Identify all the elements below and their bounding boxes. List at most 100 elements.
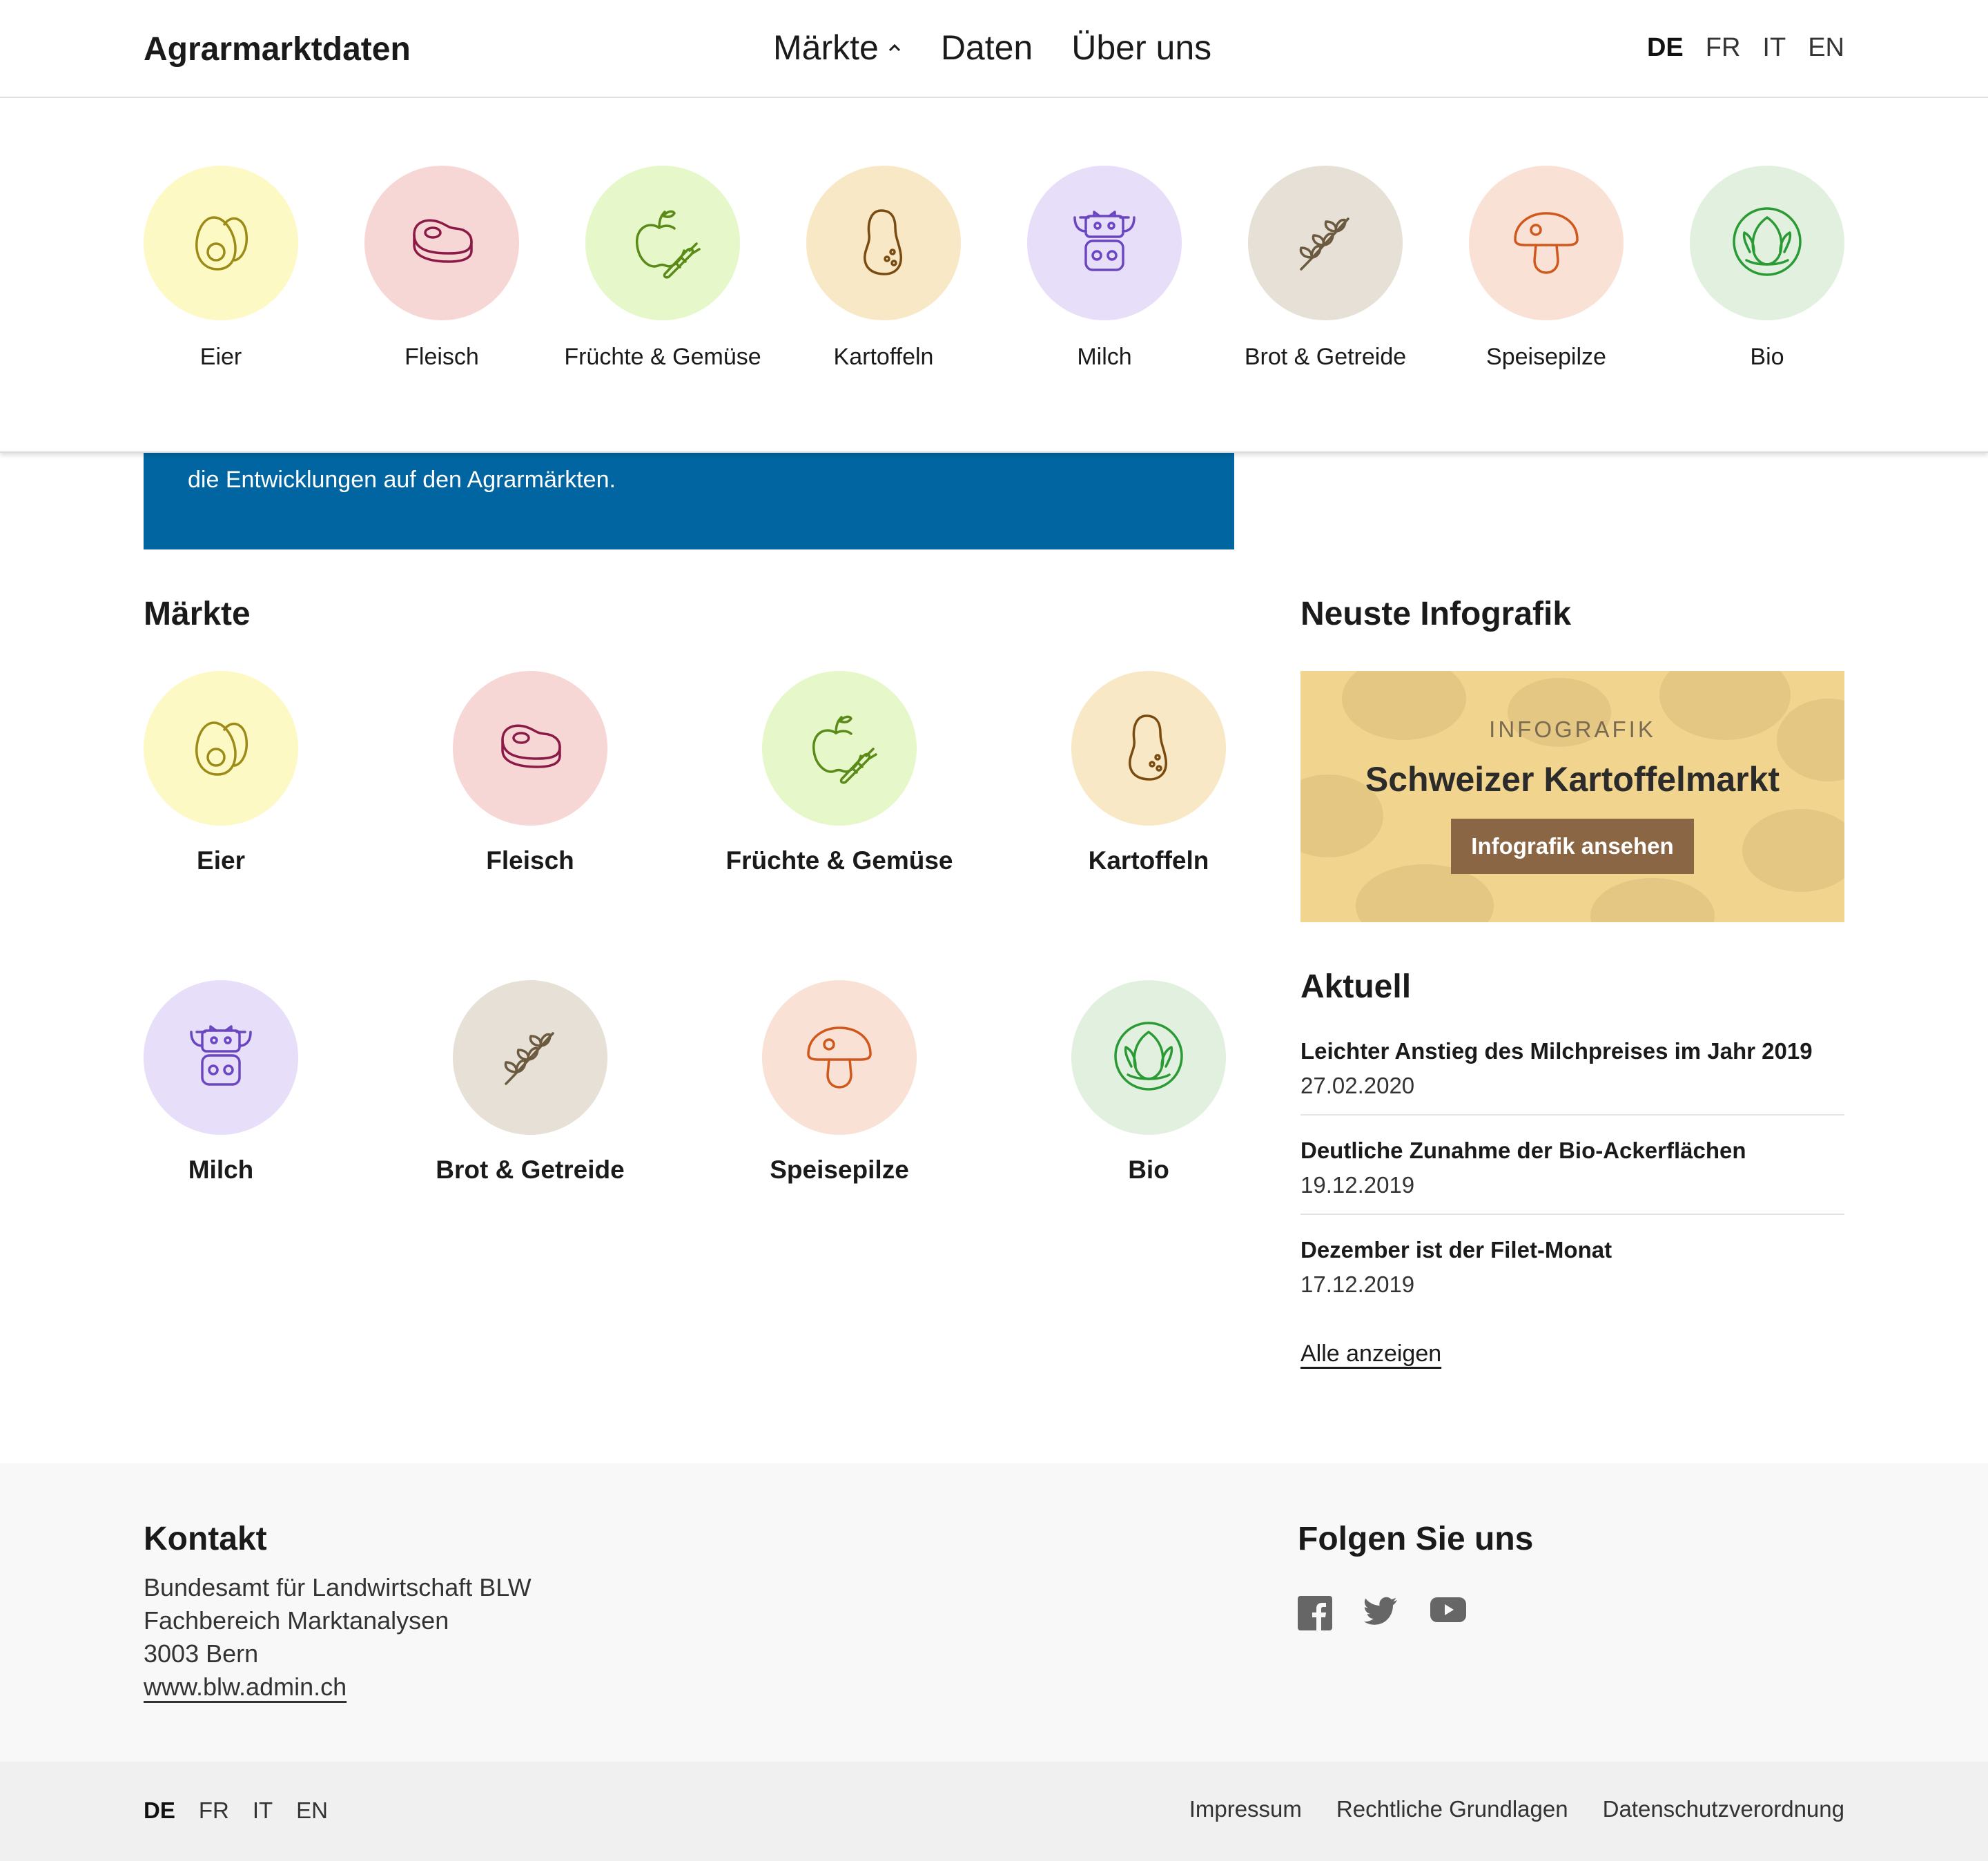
grain-icon bbox=[485, 1011, 575, 1104]
market-icon-circle bbox=[144, 671, 298, 826]
cow-icon bbox=[176, 1011, 266, 1104]
main-nav: Märkte Daten Über uns bbox=[773, 28, 1211, 68]
footer-lang-it[interactable]: IT bbox=[253, 1797, 273, 1824]
blw-website-link[interactable]: www.blw.admin.ch bbox=[144, 1670, 532, 1704]
dropdown-market-item[interactable]: Kartoffeln bbox=[773, 166, 994, 371]
news-item[interactable]: Deutliche Zunahme der Bio-Ackerflächen 1… bbox=[1300, 1138, 1844, 1215]
market-label: Milch bbox=[1077, 344, 1132, 370]
facebook-icon[interactable] bbox=[1298, 1596, 1332, 1630]
contact-line: 3003 Bern bbox=[144, 1639, 259, 1668]
lang-de[interactable]: DE bbox=[1647, 33, 1684, 63]
legal-links: Impressum Rechtliche Grundlagen Datensch… bbox=[1189, 1796, 1844, 1822]
social-links bbox=[1298, 1596, 1466, 1630]
egg-icon bbox=[176, 197, 266, 290]
fruit-vegetable-icon bbox=[795, 702, 884, 795]
market-card[interactable]: Eier bbox=[83, 671, 359, 875]
show-all-news-link[interactable]: Alle anzeigen bbox=[1300, 1341, 1441, 1367]
impressum-link[interactable]: Impressum bbox=[1189, 1796, 1302, 1822]
markets-dropdown: Eier Fleisch Früchte & Gemüse Kartoffeln Mil… bbox=[0, 98, 1988, 453]
market-card[interactable]: Bio bbox=[1011, 980, 1287, 1185]
market-label: Fleisch bbox=[405, 344, 479, 370]
lang-en[interactable]: EN bbox=[1808, 33, 1844, 63]
contact-heading: Kontakt bbox=[144, 1521, 267, 1557]
market-card[interactable]: Brot & Getreide bbox=[392, 980, 668, 1185]
dropdown-market-item[interactable]: Milch bbox=[994, 166, 1215, 371]
dropdown-market-item[interactable]: Speisepilze bbox=[1436, 166, 1657, 371]
market-label: Früchte & Gemüse bbox=[564, 344, 761, 370]
news-title: Leichter Anstieg des Milchpreises im Jah… bbox=[1300, 1038, 1813, 1064]
mushroom-icon bbox=[1501, 197, 1591, 290]
market-label: Brot & Getreide bbox=[1244, 344, 1407, 370]
market-icon-circle bbox=[762, 980, 917, 1135]
market-icon-circle bbox=[1690, 166, 1844, 320]
meat-icon bbox=[485, 702, 575, 795]
nav-item-maerkte[interactable]: Märkte bbox=[773, 28, 902, 68]
footer-lang-de[interactable]: DE bbox=[144, 1797, 175, 1824]
lang-it[interactable]: IT bbox=[1762, 33, 1786, 63]
market-label: Speisepilze bbox=[770, 1156, 909, 1184]
market-label: Speisepilze bbox=[1486, 344, 1606, 370]
bio-leaf-icon bbox=[1722, 197, 1812, 290]
dropdown-market-item[interactable]: Bio bbox=[1657, 166, 1878, 371]
dropdown-market-item[interactable]: Fleisch bbox=[331, 166, 552, 371]
news-heading: Aktuell bbox=[1300, 968, 1412, 1005]
site-logo[interactable]: Agrarmarktdaten bbox=[144, 30, 411, 68]
market-label: Eier bbox=[197, 846, 245, 875]
contact-line: Bundesamt für Landwirtschaft BLW bbox=[144, 1573, 532, 1601]
infographic-title: Schweizer Kartoffelmarkt bbox=[1365, 760, 1780, 799]
footer-language-switcher: DE FR IT EN bbox=[144, 1797, 328, 1824]
dropdown-market-item[interactable]: Eier bbox=[110, 166, 331, 371]
market-label: Fleisch bbox=[486, 846, 574, 875]
potato-pattern bbox=[1742, 809, 1844, 892]
nav-item-label: Märkte bbox=[773, 28, 879, 67]
dropdown-market-item[interactable]: Früchte & Gemüse bbox=[552, 166, 773, 371]
market-card[interactable]: Früchte & Gemüse bbox=[701, 671, 977, 875]
cow-icon bbox=[1060, 197, 1149, 290]
youtube-icon[interactable] bbox=[1430, 1596, 1466, 1624]
market-icon-circle bbox=[453, 671, 607, 826]
contact-address: Bundesamt für Landwirtschaft BLW Fachber… bbox=[144, 1571, 532, 1704]
follow-heading: Folgen Sie uns bbox=[1298, 1521, 1534, 1557]
market-icon-circle bbox=[762, 671, 917, 826]
privacy-link[interactable]: Datenschutzverordnung bbox=[1603, 1796, 1844, 1822]
footer-bottom-bar: DE FR IT EN Impressum Rechtliche Grundla… bbox=[0, 1762, 1988, 1861]
nav-item-daten[interactable]: Daten bbox=[941, 28, 1033, 68]
potato-icon bbox=[839, 197, 928, 290]
market-icon-circle bbox=[1469, 166, 1624, 320]
market-icon-circle bbox=[1071, 671, 1226, 826]
potato-icon bbox=[1104, 702, 1193, 795]
chevron-up-icon bbox=[888, 43, 900, 52]
footer-lang-fr[interactable]: FR bbox=[199, 1797, 229, 1824]
market-label: Eier bbox=[199, 344, 242, 370]
market-icon-circle bbox=[1027, 166, 1182, 320]
bio-leaf-icon bbox=[1104, 1011, 1193, 1104]
news-date: 19.12.2019 bbox=[1300, 1172, 1415, 1198]
lang-fr[interactable]: FR bbox=[1706, 33, 1741, 63]
contact-line: Fachbereich Marktanalysen bbox=[144, 1606, 449, 1635]
potato-pattern bbox=[1590, 878, 1715, 922]
fruit-vegetable-icon bbox=[618, 197, 708, 290]
dropdown-market-item[interactable]: Brot & Getreide bbox=[1215, 166, 1436, 371]
markets-heading: Märkte bbox=[144, 596, 251, 632]
market-icon-circle bbox=[806, 166, 961, 320]
language-switcher: DE FR IT EN bbox=[1647, 33, 1844, 63]
nav-item-label: Daten bbox=[940, 28, 1033, 67]
market-icon-circle bbox=[1071, 980, 1226, 1135]
mushroom-icon bbox=[795, 1011, 884, 1104]
view-infographic-button[interactable]: Infografik ansehen bbox=[1451, 819, 1694, 874]
market-label: Früchte & Gemüse bbox=[725, 846, 953, 875]
twitter-icon[interactable] bbox=[1364, 1596, 1399, 1626]
nav-item-ueber-uns[interactable]: Über uns bbox=[1071, 28, 1211, 68]
market-card[interactable]: Fleisch bbox=[392, 671, 668, 875]
market-label: Bio bbox=[1128, 1156, 1169, 1184]
infographic-card[interactable]: INFOGRAFIK Schweizer Kartoffelmarkt Info… bbox=[1300, 671, 1844, 922]
market-card[interactable]: Kartoffeln bbox=[1011, 671, 1287, 875]
news-item[interactable]: Leichter Anstieg des Milchpreises im Jah… bbox=[1300, 1038, 1844, 1115]
market-card[interactable]: Speisepilze bbox=[701, 980, 977, 1185]
market-card[interactable]: Milch bbox=[83, 980, 359, 1185]
news-title: Deutliche Zunahme der Bio-Ackerflächen bbox=[1300, 1138, 1746, 1163]
footer-lang-en[interactable]: EN bbox=[296, 1797, 328, 1824]
legal-basis-link[interactable]: Rechtliche Grundlagen bbox=[1336, 1796, 1568, 1822]
news-item[interactable]: Dezember ist der Filet-Monat 17.12.2019 bbox=[1300, 1237, 1844, 1314]
news-date: 17.12.2019 bbox=[1300, 1271, 1415, 1297]
